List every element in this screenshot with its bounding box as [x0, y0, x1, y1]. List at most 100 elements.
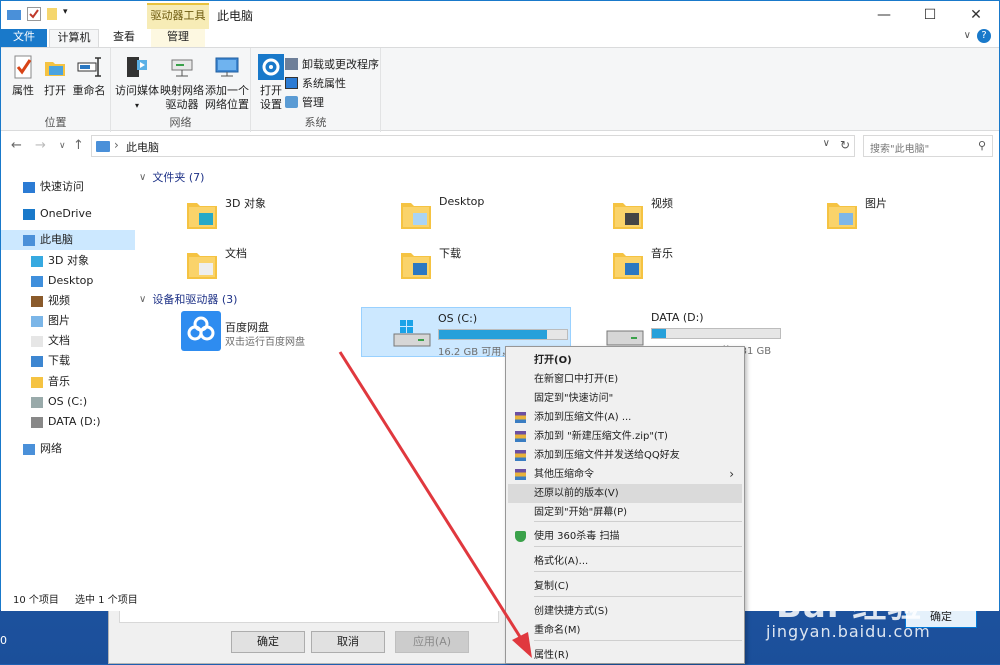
search-input[interactable]: 搜索"此电脑" ⚲ [863, 135, 993, 157]
manage-button[interactable]: 管理 [285, 94, 324, 110]
folder-item[interactable]: 音乐 [611, 241, 811, 287]
sidebar-item-12[interactable]: DATA (D:) [1, 412, 135, 432]
add-network-location-button[interactable]: 添加一个网络位置 [205, 54, 249, 112]
menu-item-label: 重命名(M) [534, 625, 580, 636]
menu-item-label: 在新窗口中打开(E) [534, 374, 618, 385]
close-button[interactable]: ✕ [953, 1, 999, 29]
archive-icon [515, 431, 526, 442]
tab-manage[interactable]: 管理 [151, 29, 205, 47]
qat-dropdown-icon[interactable]: ▾ [63, 7, 71, 21]
folder-item[interactable]: 下载 [399, 241, 599, 287]
section-header-devices[interactable]: ∨ 设备和驱动器 (3) [139, 291, 237, 307]
up-arrow-icon[interactable]: ↑ [73, 138, 84, 153]
sidebar-item-label: 文档 [48, 331, 70, 351]
folder-item[interactable]: 视频 [611, 191, 811, 237]
folder-name: 音乐 [651, 245, 673, 261]
menu-item-2[interactable]: 在新窗口中打开(E) [508, 370, 742, 389]
address-input[interactable]: › 此电脑 ∨ ↻ [91, 135, 855, 157]
gear-icon [257, 54, 285, 80]
folder-name: 视频 [651, 195, 673, 211]
menu-item-11[interactable]: 格式化(A)... [508, 552, 742, 571]
programs-icon [285, 58, 298, 70]
drive-name: DATA (D:) [651, 311, 704, 324]
menu-separator [534, 521, 742, 522]
network-location-icon [213, 54, 241, 80]
folder-name: 文档 [225, 245, 247, 261]
sidebar-item-5[interactable]: Desktop [1, 271, 135, 291]
system-properties-icon [285, 77, 298, 89]
sidebar-item-10[interactable]: 音乐 [1, 372, 135, 392]
recent-locations-dropdown-icon[interactable]: ∨ [59, 141, 66, 151]
map-network-drive-button[interactable]: 映射网络驱动器 [159, 54, 205, 112]
breadcrumb[interactable]: 此电脑 [126, 139, 159, 155]
menu-separator [534, 640, 742, 641]
uninstall-programs-button[interactable]: 卸载或更改程序 [285, 56, 379, 72]
address-dropdown-icon[interactable]: ∨ [823, 138, 830, 149]
collapse-ribbon-icon[interactable]: ∨ [964, 30, 971, 41]
menu-item-label: 属性(R) [534, 650, 569, 661]
menu-item-label: 其他压缩命令 [534, 469, 594, 480]
menu-item-label: 还原以前的版本(V) [534, 488, 619, 499]
menu-item-12[interactable]: 复制(C) [508, 577, 742, 596]
menu-item-6[interactable]: 添加到压缩文件并发送给QQ好友 [508, 446, 742, 465]
menu-item-10[interactable]: 使用 360杀毒 扫描 [508, 527, 742, 546]
tab-view[interactable]: 查看 [101, 29, 147, 47]
baidu-netdisk-item[interactable]: 百度网盘 双击运行百度网盘 [171, 307, 371, 357]
folder-item[interactable]: 文档 [185, 241, 385, 287]
sidebar-item-6[interactable]: 视频 [1, 291, 135, 311]
properties-check-icon[interactable] [27, 7, 41, 21]
sidebar-item-7[interactable]: 图片 [1, 311, 135, 331]
back-arrow-icon[interactable]: ← [11, 138, 22, 153]
rename-button[interactable]: 重命名 [69, 54, 109, 98]
folder-icon [611, 197, 645, 231]
access-media-button[interactable]: 访问媒体▾ [115, 54, 159, 113]
menu-item-7[interactable]: 其他压缩命令› [508, 465, 742, 484]
nav-item-icon [31, 316, 43, 327]
sidebar-item-1[interactable]: 快速访问 [1, 177, 135, 197]
open-settings-label-2: 设置 [260, 98, 282, 111]
dialog-cancel-button[interactable]: 取消 [311, 631, 385, 653]
refresh-icon[interactable]: ↻ [840, 138, 850, 152]
menu-item-5[interactable]: 添加到 "新建压缩文件.zip"(T) [508, 427, 742, 446]
group-label-network: 网络 [111, 114, 250, 130]
sidebar-item-label: 视频 [48, 291, 70, 311]
system-properties-button[interactable]: 系统属性 [285, 75, 346, 91]
search-placeholder: 搜索"此电脑" [870, 140, 929, 155]
sidebar-item-3[interactable]: 此电脑 [1, 230, 135, 250]
tab-file[interactable]: 文件 [1, 29, 47, 47]
menu-item-8[interactable]: 还原以前的版本(V) [508, 484, 742, 503]
ribbon-group-system: 打开设置 卸载或更改程序 系统属性 管理 系统 [251, 48, 381, 132]
minimize-button[interactable]: — [861, 1, 907, 29]
sidebar-item-2[interactable]: OneDrive [1, 204, 135, 224]
folder-item[interactable]: Desktop [399, 191, 599, 237]
open-settings-button[interactable]: 打开设置 [253, 54, 289, 112]
breadcrumb-chevron-icon[interactable]: › [114, 138, 119, 152]
sidebar-item-8[interactable]: 文档 [1, 331, 135, 351]
sidebar-item-11[interactable]: OS (C:) [1, 392, 135, 412]
forward-arrow-icon[interactable]: → [35, 138, 46, 153]
menu-item-13[interactable]: 创建快捷方式(S) [508, 602, 742, 621]
menu-item-14[interactable]: 重命名(M) [508, 621, 742, 640]
maximize-button[interactable]: ☐ [907, 1, 953, 29]
sidebar-item-13[interactable]: 网络 [1, 439, 135, 459]
dialog-ok-button[interactable]: 确定 [231, 631, 305, 653]
tab-computer[interactable]: 计算机 [49, 29, 99, 47]
shield-icon [515, 531, 526, 542]
menu-item-15[interactable]: 属性(R) [508, 646, 742, 665]
folder-item[interactable]: 3D 对象 [185, 191, 385, 237]
sidebar-item-label: DATA (D:) [48, 412, 101, 432]
menu-separator [534, 546, 742, 547]
menu-item-4[interactable]: 添加到压缩文件(A) ... [508, 408, 742, 427]
section-header-folders[interactable]: ∨ 文件夹 (7) [139, 169, 204, 185]
sidebar-item-4[interactable]: 3D 对象 [1, 251, 135, 271]
menu-item-3[interactable]: 固定到"快速访问" [508, 389, 742, 408]
dialog-apply-button[interactable]: 应用(A) [395, 631, 469, 653]
help-icon[interactable]: ? [977, 29, 991, 43]
menu-separator [534, 571, 742, 572]
menu-item-9[interactable]: 固定到"开始"屏幕(P) [508, 503, 742, 522]
access-media-label: 访问媒体 [115, 84, 159, 97]
folder-item[interactable]: 图片 [825, 191, 1000, 237]
sidebar-item-9[interactable]: 下载 [1, 351, 135, 371]
new-folder-icon[interactable] [47, 8, 57, 20]
menu-item-1[interactable]: 打开(O) [508, 351, 742, 370]
